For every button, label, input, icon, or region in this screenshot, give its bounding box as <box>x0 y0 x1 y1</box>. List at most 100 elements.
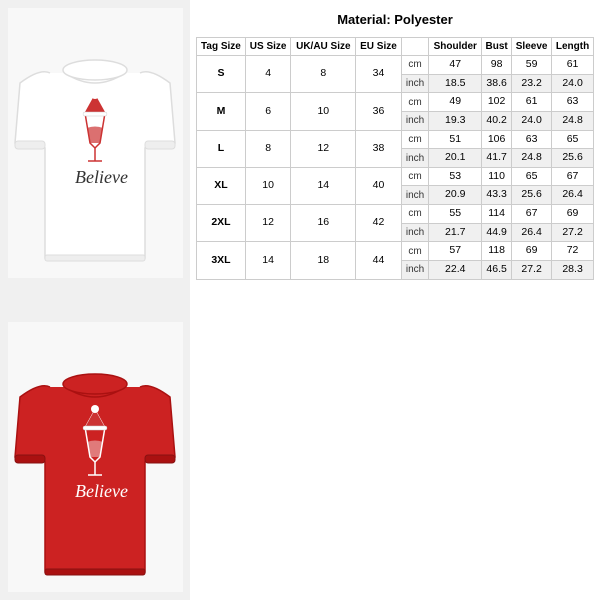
shoulder-cm: 47 <box>429 56 482 75</box>
ukau-size-cell: 10 <box>291 93 356 130</box>
col-eu-size: EU Size <box>356 38 401 56</box>
eu-size-cell: 36 <box>356 93 401 130</box>
table-panel: Material: Polyester Tag Size US Size UK/… <box>190 0 600 600</box>
size-table: Tag Size US Size UK/AU Size EU Size Shou… <box>196 37 594 280</box>
bust-inch: 41.7 <box>482 149 512 168</box>
eu-size-cell: 42 <box>356 205 401 242</box>
col-us-size: US Size <box>245 38 290 56</box>
length-inch: 24.0 <box>552 74 594 93</box>
bust-cm: 118 <box>482 242 512 261</box>
bust-cm: 102 <box>482 93 512 112</box>
cm-unit: cm <box>401 130 429 149</box>
ukau-size-cell: 14 <box>291 167 356 204</box>
shoulder-inch: 20.9 <box>429 186 482 205</box>
length-inch: 26.4 <box>552 186 594 205</box>
image-panel: Believe <box>0 0 190 600</box>
col-bust: Bust <box>482 38 512 56</box>
tag-size-cell: M <box>197 93 246 130</box>
length-cm: 63 <box>552 93 594 112</box>
tag-size-cell: XL <box>197 167 246 204</box>
bust-cm: 114 <box>482 205 512 224</box>
us-size-cell: 4 <box>245 56 290 93</box>
col-unit-header <box>401 38 429 56</box>
length-cm: 67 <box>552 167 594 186</box>
col-shoulder: Shoulder <box>429 38 482 56</box>
white-sweatshirt: Believe <box>8 8 183 278</box>
bust-inch: 43.3 <box>482 186 512 205</box>
main-container: Believe <box>0 0 600 600</box>
eu-size-cell: 38 <box>356 130 401 167</box>
us-size-cell: 12 <box>245 205 290 242</box>
sleeve-cm: 65 <box>512 167 552 186</box>
bust-cm: 110 <box>482 167 512 186</box>
sleeve-cm: 69 <box>512 242 552 261</box>
col-ukau-size: UK/AU Size <box>291 38 356 56</box>
shoulder-inch: 19.3 <box>429 111 482 130</box>
table-row: 3XL 14 18 44 cm 57 118 69 72 <box>197 242 594 261</box>
cm-unit: cm <box>401 93 429 112</box>
shoulder-cm: 57 <box>429 242 482 261</box>
us-size-cell: 8 <box>245 130 290 167</box>
tag-size-cell: 2XL <box>197 205 246 242</box>
us-size-cell: 14 <box>245 242 290 279</box>
sleeve-cm: 61 <box>512 93 552 112</box>
shoulder-inch: 22.4 <box>429 261 482 280</box>
sleeve-inch: 24.0 <box>512 111 552 130</box>
length-cm: 72 <box>552 242 594 261</box>
bust-inch: 40.2 <box>482 111 512 130</box>
us-size-cell: 10 <box>245 167 290 204</box>
red-sweatshirt: Believe <box>8 322 183 592</box>
table-row: XL 10 14 40 cm 53 110 65 67 <box>197 167 594 186</box>
shoulder-inch: 18.5 <box>429 74 482 93</box>
table-row: L 8 12 38 cm 51 106 63 65 <box>197 130 594 149</box>
length-inch: 28.3 <box>552 261 594 280</box>
cm-unit: cm <box>401 205 429 224</box>
col-sleeve: Sleeve <box>512 38 552 56</box>
tag-size-cell: L <box>197 130 246 167</box>
ukau-size-cell: 16 <box>291 205 356 242</box>
table-row: S 4 8 34 cm 47 98 59 61 <box>197 56 594 75</box>
inch-unit: inch <box>401 223 429 242</box>
eu-size-cell: 34 <box>356 56 401 93</box>
cm-unit: cm <box>401 167 429 186</box>
divider <box>8 295 183 305</box>
white-sweatshirt-svg: Believe <box>10 13 180 273</box>
shoulder-cm: 51 <box>429 130 482 149</box>
col-tag-size: Tag Size <box>197 38 246 56</box>
length-cm: 61 <box>552 56 594 75</box>
cm-unit: cm <box>401 242 429 261</box>
ukau-size-cell: 12 <box>291 130 356 167</box>
sleeve-inch: 27.2 <box>512 261 552 280</box>
bust-cm: 98 <box>482 56 512 75</box>
bust-inch: 38.6 <box>482 74 512 93</box>
eu-size-cell: 40 <box>356 167 401 204</box>
red-sweatshirt-svg: Believe <box>10 327 180 587</box>
material-title: Material: Polyester <box>196 8 594 31</box>
length-inch: 25.6 <box>552 149 594 168</box>
sleeve-cm: 59 <box>512 56 552 75</box>
bust-inch: 44.9 <box>482 223 512 242</box>
length-cm: 69 <box>552 205 594 224</box>
sleeve-inch: 23.2 <box>512 74 552 93</box>
sleeve-cm: 67 <box>512 205 552 224</box>
length-inch: 24.8 <box>552 111 594 130</box>
bust-inch: 46.5 <box>482 261 512 280</box>
bust-cm: 106 <box>482 130 512 149</box>
us-size-cell: 6 <box>245 93 290 130</box>
length-inch: 27.2 <box>552 223 594 242</box>
inch-unit: inch <box>401 74 429 93</box>
sleeve-inch: 25.6 <box>512 186 552 205</box>
inch-unit: inch <box>401 111 429 130</box>
shoulder-cm: 55 <box>429 205 482 224</box>
ukau-size-cell: 18 <box>291 242 356 279</box>
col-length: Length <box>552 38 594 56</box>
ukau-size-cell: 8 <box>291 56 356 93</box>
svg-text:Believe: Believe <box>75 481 128 501</box>
eu-size-cell: 44 <box>356 242 401 279</box>
shoulder-cm: 49 <box>429 93 482 112</box>
inch-unit: inch <box>401 149 429 168</box>
svg-text:Believe: Believe <box>75 167 128 187</box>
inch-unit: inch <box>401 186 429 205</box>
sleeve-cm: 63 <box>512 130 552 149</box>
tag-size-cell: 3XL <box>197 242 246 279</box>
